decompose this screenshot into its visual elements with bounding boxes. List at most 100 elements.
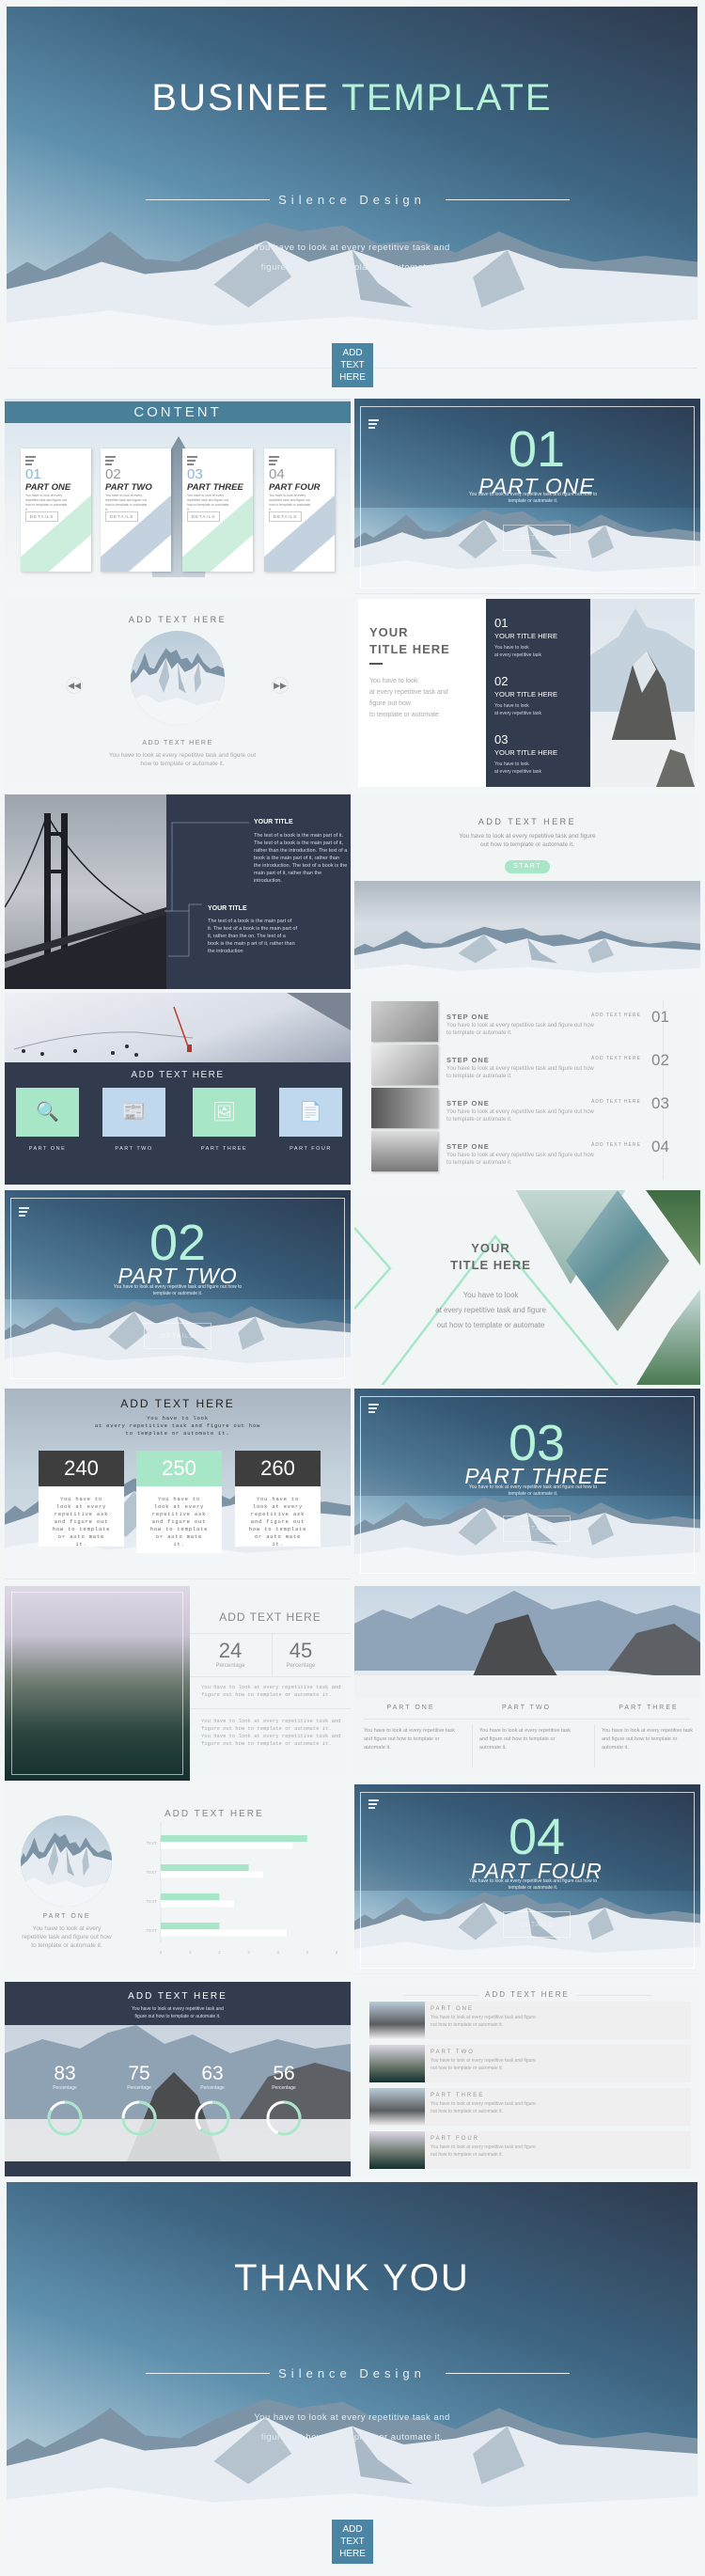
section-number: 01 xyxy=(508,421,566,478)
price-value: 240 xyxy=(39,1451,124,1486)
list-thumbnail xyxy=(369,2131,425,2169)
stats-slide[interactable]: ADD TEXT HERE 24 Percentage 45 Percentage … xyxy=(5,1586,351,1781)
step-tag: ADD TEXT HERE xyxy=(591,1142,641,1148)
tile-3[interactable]: 🖼 xyxy=(193,1088,256,1137)
triangle-title-2: TITLE HERE xyxy=(450,1258,531,1272)
bar xyxy=(161,1842,293,1849)
step-title: STEP ONE xyxy=(446,1099,490,1107)
price-card[interactable]: 240 You have to look at every repetitive… xyxy=(39,1451,124,1547)
list-item[interactable]: PART THREE You have to look at every rep… xyxy=(369,2088,691,2126)
three-parts-slide[interactable]: PART ONE You have to look at every repet… xyxy=(354,1586,700,1781)
list-item[interactable]: PART TWO You have to look at every repet… xyxy=(369,2045,691,2082)
ring-label: Percentage xyxy=(200,2085,225,2091)
list-body: You have to look at every repetitive tas… xyxy=(431,2101,536,2107)
x-tick-label: 2 xyxy=(218,1950,221,1955)
list-item[interactable]: PART ONE You have to look at every repet… xyxy=(369,2002,691,2039)
step-body: You have to look at every repetitive tas… xyxy=(446,1023,594,1036)
item-body: at every repetitive task xyxy=(494,711,542,716)
body-line: at every repetitive task and xyxy=(369,689,448,696)
bar xyxy=(161,1864,249,1871)
fast-forward-icon[interactable]: ▶▶ xyxy=(272,677,289,694)
rewind-icon[interactable]: ◀◀ xyxy=(66,677,83,694)
thank-you-slide[interactable]: THANK YOU Silence Design You have to loo… xyxy=(7,2182,697,2545)
tile-1[interactable]: 🔍 xyxy=(16,1088,79,1137)
details-button[interactable]: DETAILS xyxy=(503,1911,571,1938)
body-line: out how to template or automate it. xyxy=(479,841,575,848)
carousel-slide[interactable]: ADD TEXT HERE ◀◀ ▶▶ ADD TEXT HERE You ha… xyxy=(5,599,351,787)
tile-4[interactable]: 📄 xyxy=(279,1088,342,1137)
content-card[interactable]: 03 PART THREE You have to look at every … xyxy=(182,448,253,572)
cover-slide[interactable]: BUSINEE TEMPLATE Silence Design You have… xyxy=(7,7,697,369)
details-button[interactable]: DETAILS xyxy=(144,1323,212,1349)
content-card[interactable]: 01 PART ONE You have to look at every re… xyxy=(21,448,91,572)
body-line: You have to look xyxy=(462,1291,519,1299)
details-button[interactable]: DETAILS xyxy=(503,1516,571,1542)
start-heading: ADD TEXT HERE xyxy=(478,817,577,826)
list-title: PART THREE xyxy=(431,2093,485,2098)
part-body: You have to look at every repetitive tas… xyxy=(602,1728,694,1751)
item-title: YOUR TITLE HERE xyxy=(494,748,557,757)
content-card[interactable]: 04 PART FOUR You have to look at every r… xyxy=(264,448,335,572)
price-card[interactable]: 250 You have to look at every repetitive… xyxy=(136,1451,222,1553)
list-slide[interactable]: ADD TEXT HERE PART ONE You have to look … xyxy=(354,1982,700,2176)
section-body: You have to look at every repetitive tas… xyxy=(113,1284,243,1296)
tile-2[interactable]: 📰 xyxy=(102,1088,165,1137)
details-button[interactable]: DETAILS xyxy=(187,511,220,522)
x-tick-label: 4 xyxy=(276,1950,279,1955)
card-body: You have to look at every repetitive tas… xyxy=(25,494,68,511)
ring-label: Percentage xyxy=(53,2085,77,2091)
body-line: You have to look xyxy=(369,678,418,684)
x-tick-label: 1 xyxy=(189,1950,192,1955)
category-label: TEXT xyxy=(146,1870,157,1875)
step-thumbnail xyxy=(371,1045,438,1085)
step-thumbnail xyxy=(371,1001,438,1042)
section-slide-04[interactable]: 04 PART FOUR You have to look at every r… xyxy=(354,1784,700,1974)
add-text-tag[interactable]: ADD TEXT HERE xyxy=(332,343,373,387)
bar xyxy=(161,1900,234,1908)
body-line: You have to look at every repetitive tas… xyxy=(254,2412,450,2423)
bridge-slide[interactable]: YOUR TITLE The text of a book is the mai… xyxy=(5,794,351,989)
price-card[interactable]: 260 You have to look at every repetitive… xyxy=(235,1451,321,1547)
list-title: PART ONE xyxy=(431,2006,475,2012)
bar-chart-slide[interactable]: PART ONE You have to look at every repet… xyxy=(5,1784,351,1974)
rings-slide[interactable]: ADD TEXT HERE You have to look at every … xyxy=(5,1982,351,2176)
list-item[interactable]: PART FOUR You have to look at every repe… xyxy=(369,2131,691,2169)
details-button[interactable]: DETAILS xyxy=(503,525,571,551)
card-title: PART ONE xyxy=(25,482,71,493)
start-slide[interactable]: ADD TEXT HERE You have to look at every … xyxy=(354,794,700,989)
divider xyxy=(190,1708,351,1709)
contents-slide[interactable]: CONTENT 01 PART ONE You have to look at … xyxy=(5,399,351,594)
tile-label: PART ONE xyxy=(28,1146,67,1152)
details-button[interactable]: DETAILS xyxy=(269,511,302,522)
price-value: 250 xyxy=(136,1451,222,1486)
title-list-slide[interactable]: YOUR TITLE HERE You have to look at every… xyxy=(358,599,695,787)
section-body: You have to look at every repetitive tas… xyxy=(468,492,598,504)
steps-slide[interactable]: STEP ONE You have to look at every repet… xyxy=(354,993,700,1185)
menu-icon[interactable] xyxy=(368,1404,379,1415)
triangle-slide[interactable]: YOUR TITLE HERE You have to look at every… xyxy=(354,1190,700,1385)
section-slide-03[interactable]: 03 PART THREE You have to look at every … xyxy=(354,1389,700,1579)
body-line: at every repetitive task and figure xyxy=(435,1306,546,1314)
menu-icon[interactable] xyxy=(368,1799,379,1811)
section-slide-02[interactable]: 02 PART TWO You have to look at every re… xyxy=(5,1190,351,1385)
details-button[interactable]: DETAILS xyxy=(105,511,138,522)
section-slide-01[interactable]: 01 PART ONE You have to look at every re… xyxy=(354,399,700,594)
icon-tiles-slide[interactable]: ADD TEXT HERE 🔍 PART ONE 📰 PART TWO 🖼 PART TH… xyxy=(5,993,351,1185)
tile-label: PART THREE xyxy=(200,1146,248,1152)
item-title: YOUR TITLE HERE xyxy=(494,632,557,640)
divider xyxy=(472,1725,473,1767)
tile-label: PART FOUR xyxy=(290,1146,332,1152)
item-title: YOUR TITLE HERE xyxy=(494,690,557,699)
divider xyxy=(364,1719,691,1720)
step-tag: ADD TEXT HERE xyxy=(591,1056,641,1061)
pricing-slide[interactable]: ADD TEXT HERE You have to look at every r… xyxy=(5,1389,351,1579)
details-button[interactable]: DETAILS xyxy=(25,511,58,522)
cover-title: BUSINEE TEMPLATE xyxy=(7,77,697,119)
thanks-title: THANK YOU xyxy=(234,2257,470,2299)
rings-body: You have to look at every repetitive tas… xyxy=(5,2005,351,2020)
content-card[interactable]: 02 PART TWO You have to look at every re… xyxy=(101,448,171,572)
start-button[interactable]: START xyxy=(505,860,550,873)
part-title: PART THREE xyxy=(619,1704,679,1711)
add-text-tag[interactable]: ADD TEXT HERE xyxy=(332,2520,373,2564)
list-body: out how to template or automate it. xyxy=(431,2022,503,2028)
